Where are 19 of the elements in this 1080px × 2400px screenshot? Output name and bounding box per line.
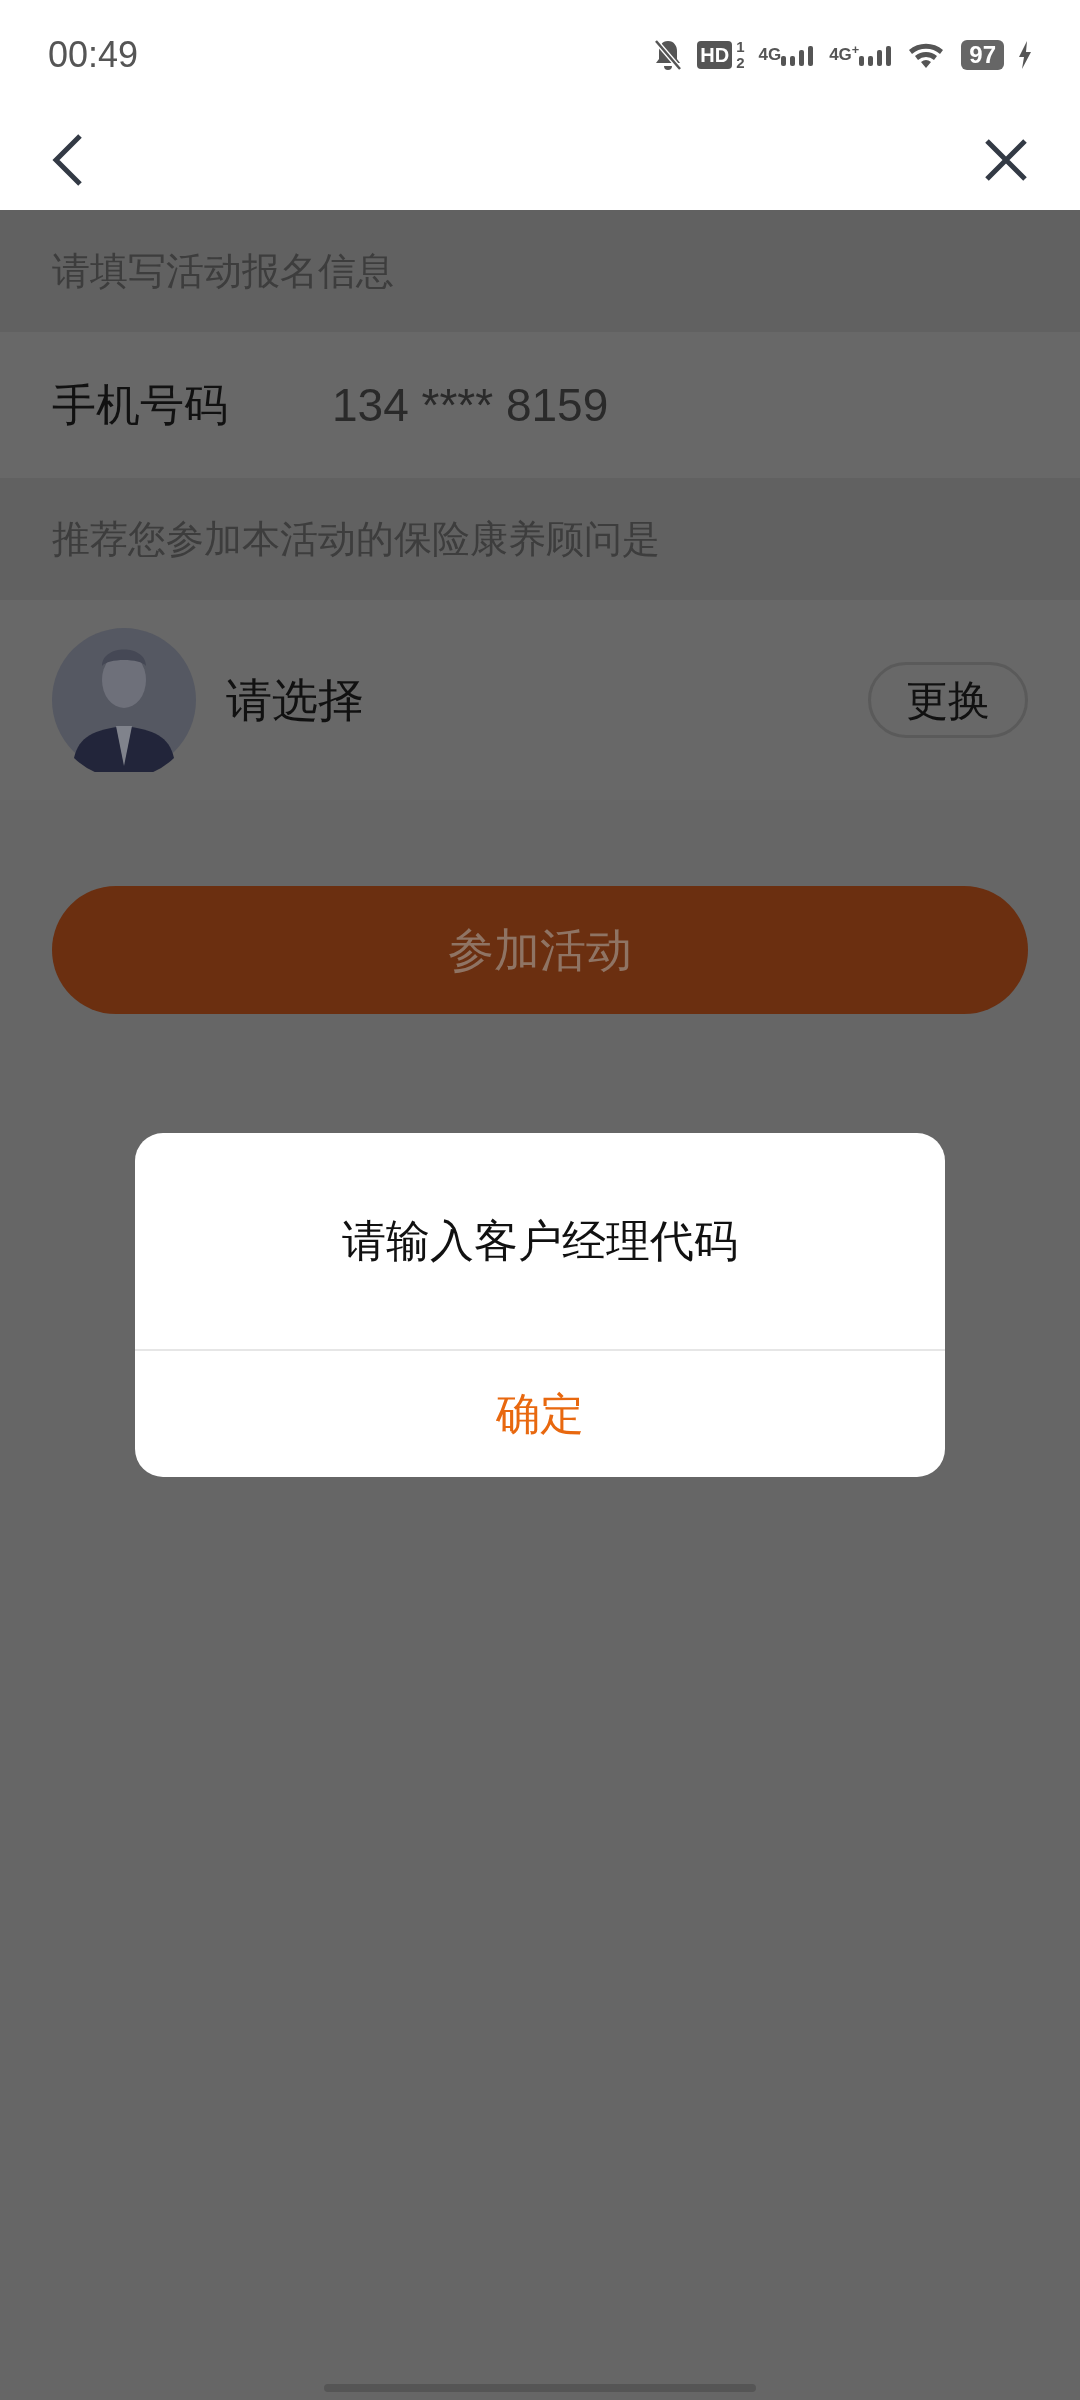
- advisor-select[interactable]: 请选择: [226, 665, 364, 735]
- confirm-button[interactable]: 确定: [135, 1351, 945, 1477]
- status-time: 00:49: [48, 33, 139, 77]
- back-icon[interactable]: [52, 133, 84, 187]
- phone-label: 手机号码: [52, 379, 229, 431]
- hd-badge: HD: [697, 41, 733, 69]
- network-label: 4G$^{+}$: [829, 42, 860, 66]
- change-button[interactable]: 更换: [868, 662, 1028, 738]
- phone-value: 134 **** 8159: [332, 377, 609, 433]
- avatar-icon: [52, 628, 196, 772]
- sim-number: 1: [736, 39, 745, 55]
- charging-icon: [1018, 41, 1032, 69]
- join-activity-button[interactable]: 参加活动: [52, 886, 1028, 1014]
- battery-level: 97: [961, 40, 1004, 70]
- close-icon[interactable]: [984, 138, 1028, 182]
- dialog-message: 请输入客户经理代码: [342, 1215, 738, 1267]
- network-label: 4G: [758, 44, 782, 66]
- sim-number: 2: [736, 55, 745, 71]
- bell-off-icon: [653, 38, 684, 72]
